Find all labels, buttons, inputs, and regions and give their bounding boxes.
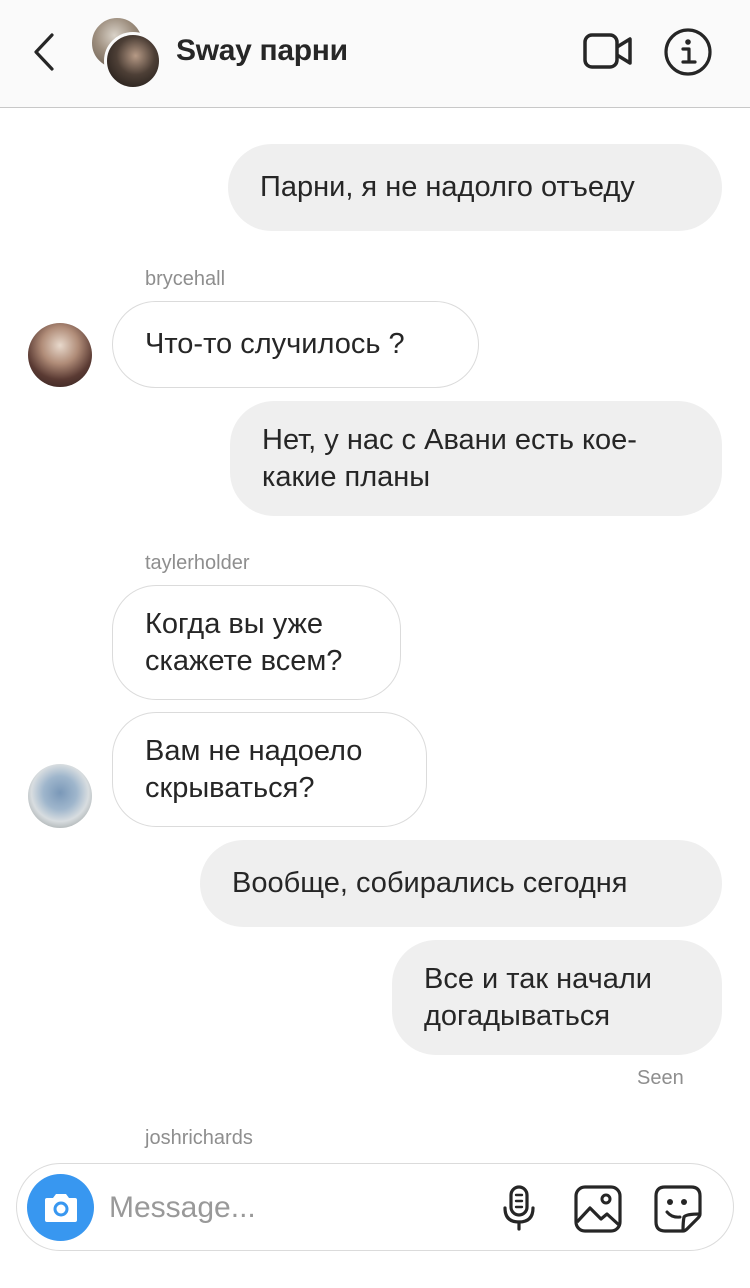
message-bubble-incoming[interactable]: Что-то случилось ? bbox=[112, 301, 479, 388]
camera-button[interactable] bbox=[27, 1174, 94, 1241]
microphone-button[interactable] bbox=[499, 1184, 539, 1232]
seen-status: Seen bbox=[637, 1067, 684, 1089]
camera-icon bbox=[44, 1193, 77, 1222]
video-call-button[interactable] bbox=[580, 30, 636, 74]
message-bubble-outgoing[interactable]: Все и так начали догадываться bbox=[392, 940, 722, 1055]
message-text: Что-то случилось ? bbox=[145, 328, 405, 360]
message-text: Нет, у нас с Авани есть кое-какие планы bbox=[262, 423, 637, 493]
group-avatar[interactable] bbox=[90, 16, 162, 90]
gallery-icon bbox=[574, 1185, 622, 1233]
message-bubble-outgoing[interactable]: Вообще, собирались сегодня bbox=[200, 840, 722, 927]
message-bubble-outgoing[interactable]: Нет, у нас с Авани есть кое-какие планы bbox=[230, 401, 722, 516]
message-text: Когда вы уже скажете всем? bbox=[145, 607, 343, 677]
sticker-icon bbox=[654, 1185, 702, 1233]
avatar[interactable] bbox=[28, 764, 92, 828]
avatar[interactable] bbox=[28, 323, 92, 387]
message-bubble-incoming[interactable]: Вам не надоело скрываться? bbox=[112, 712, 427, 827]
message-bubble-incoming[interactable]: Когда вы уже скажете всем? bbox=[112, 585, 401, 700]
message-text: Парни, я не надолго отъеду bbox=[260, 171, 635, 203]
sender-name: taylerholder bbox=[145, 552, 250, 574]
sticker-button[interactable] bbox=[653, 1184, 703, 1234]
info-button[interactable] bbox=[662, 26, 714, 78]
chat-title[interactable]: Sway парни bbox=[176, 30, 348, 72]
message-input[interactable] bbox=[109, 1186, 479, 1230]
message-bubble-outgoing[interactable]: Парни, я не надолго отъеду bbox=[228, 144, 722, 231]
gallery-button[interactable] bbox=[573, 1184, 623, 1234]
chat-screen: Sway парни Парни, я не надолго отъеду br… bbox=[0, 0, 750, 1288]
message-text: Вообще, собирались сегодня bbox=[232, 867, 628, 899]
avatar bbox=[104, 32, 162, 90]
microphone-icon bbox=[503, 1185, 535, 1231]
typing-sender-name: joshrichards bbox=[145, 1127, 253, 1149]
sender-name: brycehall bbox=[145, 268, 226, 290]
info-icon bbox=[664, 28, 712, 76]
video-camera-icon bbox=[583, 33, 632, 69]
back-button[interactable] bbox=[24, 28, 64, 76]
message-text: Все и так начали догадываться bbox=[424, 962, 652, 1032]
message-composer bbox=[16, 1163, 734, 1251]
back-chevron-icon bbox=[34, 33, 54, 71]
chat-header: Sway парни bbox=[0, 0, 750, 108]
message-text: Вам не надоело скрываться? bbox=[145, 734, 363, 804]
